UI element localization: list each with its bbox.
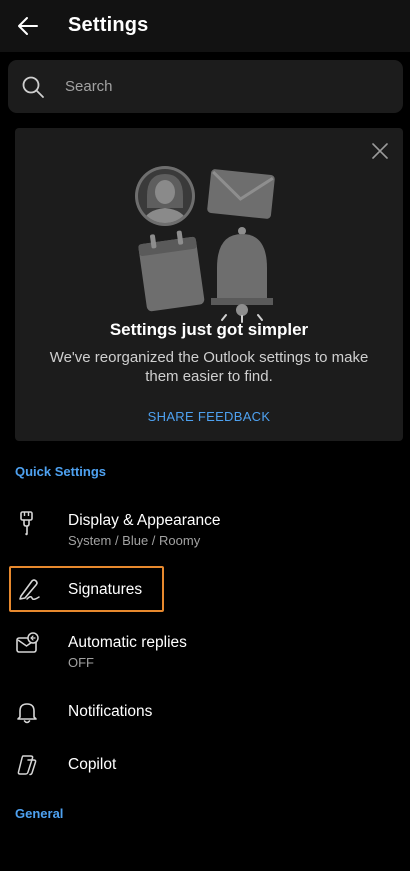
settings-item-sublabel: System / Blue / Roomy bbox=[68, 533, 201, 548]
search-icon bbox=[22, 76, 44, 98]
promo-title: Settings just got simpler bbox=[109, 320, 309, 339]
bell-icon bbox=[211, 227, 273, 323]
copilot-icon bbox=[17, 755, 37, 776]
settings-item-label: Automatic replies bbox=[68, 634, 187, 651]
envelope-icon bbox=[207, 169, 275, 219]
settings-item-label: Signatures bbox=[68, 581, 143, 598]
signature-pen-icon bbox=[19, 579, 40, 601]
bell-icon bbox=[17, 703, 37, 724]
settings-illustration bbox=[135, 166, 275, 323]
auto-reply-mail-icon bbox=[16, 632, 39, 653]
settings-item-copilot[interactable]: Copilot bbox=[0, 743, 410, 787]
promo-body: We've reorganized the Outlook settings t… bbox=[49, 349, 369, 385]
settings-item-automatic-replies[interactable]: Automatic replies OFF bbox=[0, 620, 410, 680]
arrow-left-icon bbox=[18, 17, 38, 35]
settings-item-display-appearance[interactable]: Display & Appearance System / Blue / Roo… bbox=[0, 498, 410, 558]
settings-item-label: Copilot bbox=[68, 756, 117, 773]
section-heading-quick-settings: Quick Settings bbox=[15, 464, 107, 479]
person-icon bbox=[135, 166, 195, 226]
settings-item-notifications[interactable]: Notifications bbox=[0, 690, 410, 734]
app-header: Settings bbox=[0, 0, 410, 52]
section-heading-general: General bbox=[15, 806, 64, 821]
back-button[interactable] bbox=[14, 12, 42, 40]
share-feedback-link[interactable]: SHARE FEEDBACK bbox=[15, 409, 403, 424]
page-title: Settings bbox=[68, 14, 149, 36]
search-placeholder: Search bbox=[65, 78, 113, 95]
paint-brush-icon bbox=[20, 511, 33, 536]
close-icon[interactable] bbox=[369, 140, 391, 162]
settings-item-sublabel: OFF bbox=[68, 655, 94, 670]
settings-item-label: Notifications bbox=[68, 703, 153, 720]
settings-promo-card: Settings just got simpler We've reorgani… bbox=[15, 128, 403, 441]
settings-item-label: Display & Appearance bbox=[68, 512, 221, 529]
calendar-icon bbox=[138, 230, 205, 312]
search-field[interactable]: Search bbox=[8, 60, 403, 113]
settings-item-signatures[interactable]: Signatures bbox=[0, 566, 410, 612]
